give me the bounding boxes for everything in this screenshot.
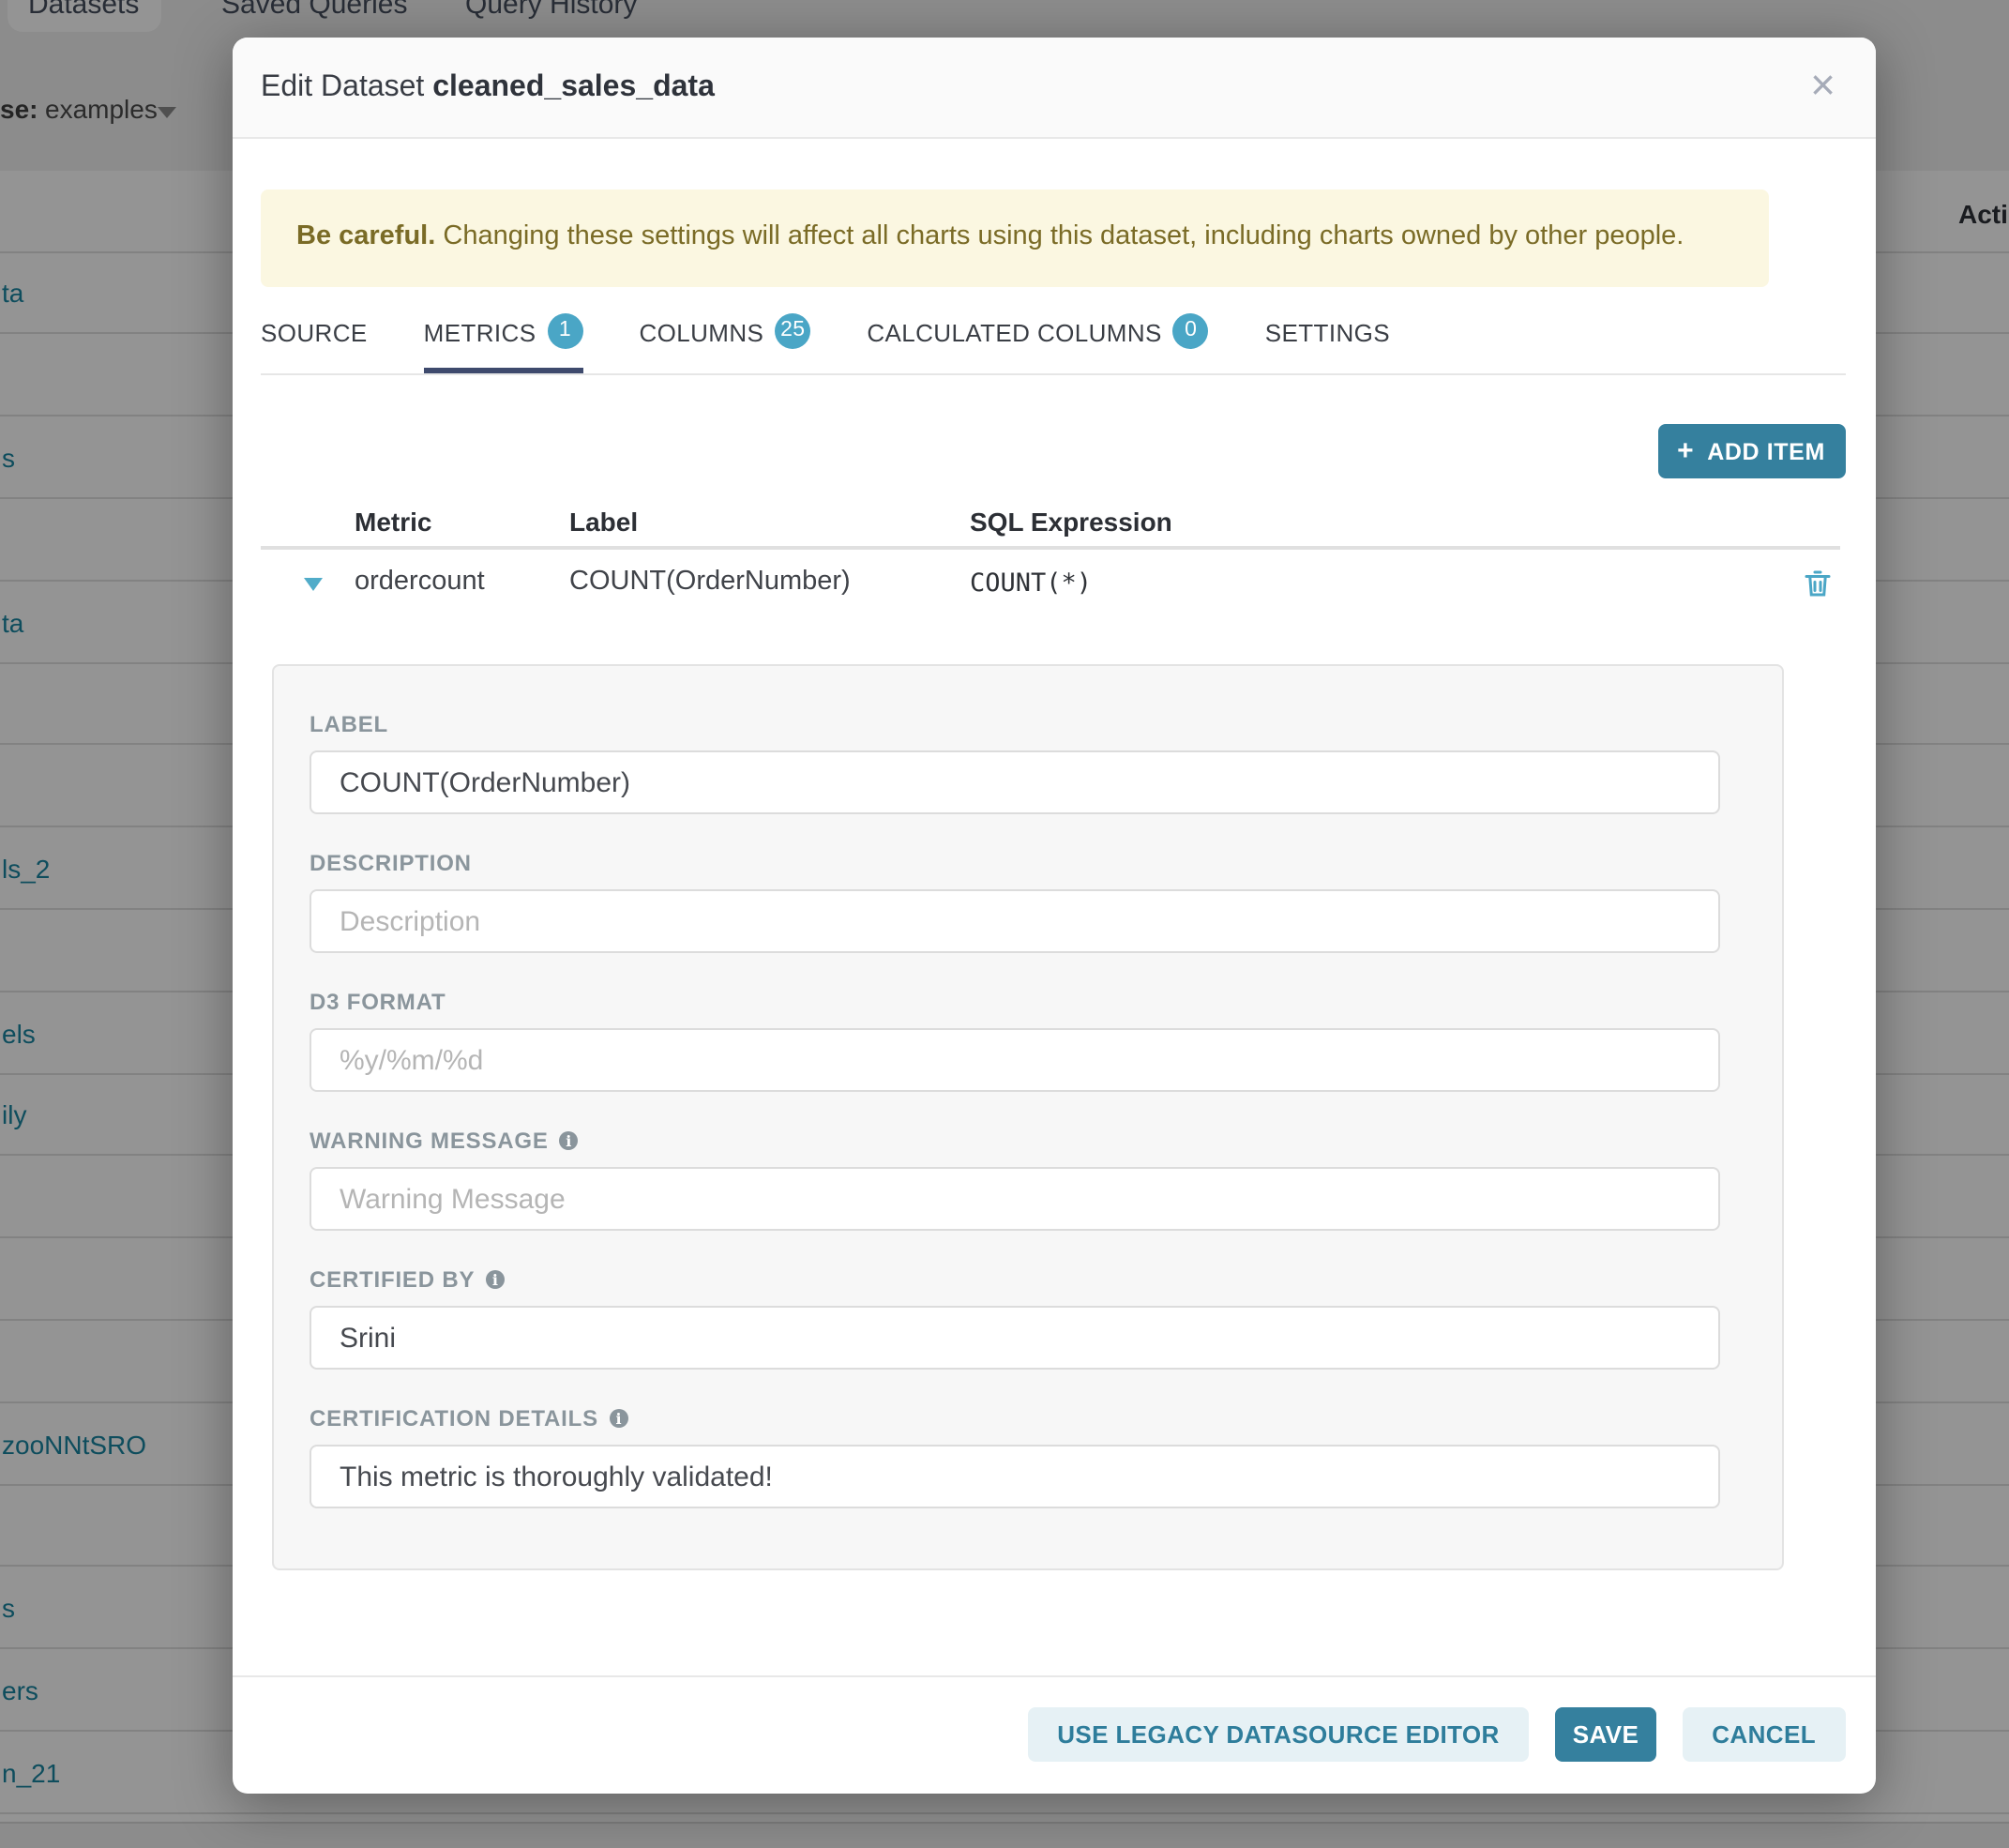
d3-format-field: D3 FORMAT xyxy=(310,989,1745,1092)
modal-header: Edit Dataset cleaned_sales_data × xyxy=(232,38,1875,139)
collapse-row-caret-icon[interactable] xyxy=(304,578,323,591)
tab-source-label: SOURCE xyxy=(261,319,368,347)
metrics-table-divider xyxy=(261,546,1839,550)
cancel-button[interactable]: CANCEL xyxy=(1682,1706,1846,1762)
calculated-columns-count-badge: 0 xyxy=(1173,313,1209,349)
info-icon: i xyxy=(560,1131,579,1150)
warning-message-field-label: WARNING MESSAGE i xyxy=(310,1128,1745,1154)
add-item-label: ADD ITEM xyxy=(1707,438,1825,464)
tab-metrics-label: METRICS xyxy=(424,319,536,347)
metrics-count-badge: 1 xyxy=(547,313,582,349)
tab-settings[interactable]: SETTINGS xyxy=(1265,311,1390,373)
modal-title: Edit Dataset cleaned_sales_data xyxy=(261,38,715,137)
warning-banner-bold: Be careful. xyxy=(296,221,435,251)
modal-title-dataset-name: cleaned_sales_data xyxy=(432,71,715,103)
certified-by-input[interactable] xyxy=(310,1306,1720,1370)
certification-details-field-label-text: CERTIFICATION DETAILS xyxy=(310,1405,598,1431)
label-field-label-text: LABEL xyxy=(310,711,388,737)
warning-banner-text: Changing these settings will affect all … xyxy=(435,221,1684,251)
info-icon: i xyxy=(610,1409,628,1428)
screenshot-viewport: Datasets Saved Queries Query History se:… xyxy=(0,0,2009,1848)
info-icon: i xyxy=(486,1270,505,1289)
tab-columns[interactable]: COLUMNS 25 xyxy=(639,311,810,373)
modal-footer: USE LEGACY DATASOURCE EDITOR SAVE CANCEL xyxy=(232,1706,1846,1762)
modal-title-prefix: Edit Dataset xyxy=(261,71,432,103)
certification-details-field: CERTIFICATION DETAILS i xyxy=(310,1405,1745,1508)
tab-calculated-columns-label: CALCULATED COLUMNS xyxy=(867,319,1161,347)
modal-tab-bar: SOURCE METRICS 1 COLUMNS 25 CALCULATED C… xyxy=(261,311,1846,375)
label-field-label: LABEL xyxy=(310,711,1745,737)
certification-details-field-label: CERTIFICATION DETAILS i xyxy=(310,1405,1745,1431)
metric-column-header: Metric xyxy=(355,507,431,537)
sql-expression-column-header: SQL Expression xyxy=(970,507,1172,537)
columns-count-badge: 25 xyxy=(775,313,810,349)
label-column-header: Label xyxy=(569,507,638,537)
metric-detail-panel: LABEL DESCRIPTION D3 FORMAT WARNING MESS… xyxy=(271,664,1784,1570)
warning-message-input[interactable] xyxy=(310,1167,1720,1231)
certified-by-field-label-text: CERTIFIED BY xyxy=(310,1266,475,1293)
description-input[interactable] xyxy=(310,889,1720,953)
description-field: DESCRIPTION xyxy=(310,850,1745,953)
tab-settings-label: SETTINGS xyxy=(1265,319,1390,347)
metric-name-cell[interactable]: ordercount xyxy=(355,567,485,597)
certification-details-input[interactable] xyxy=(310,1445,1720,1508)
certified-by-field-label: CERTIFIED BY i xyxy=(310,1266,1745,1293)
footer-divider xyxy=(232,1674,1875,1677)
tab-calculated-columns[interactable]: CALCULATED COLUMNS 0 xyxy=(867,311,1208,373)
d3-format-input[interactable] xyxy=(310,1028,1720,1092)
plus-icon: + xyxy=(1677,434,1694,466)
close-icon[interactable]: × xyxy=(1803,38,1843,137)
add-item-button[interactable]: + ADD ITEM xyxy=(1657,424,1845,478)
d3-format-field-label: D3 FORMAT xyxy=(310,989,1745,1015)
warning-message-field-label-text: WARNING MESSAGE xyxy=(310,1128,549,1154)
description-field-label: DESCRIPTION xyxy=(310,850,1745,876)
metric-label-cell[interactable]: COUNT(OrderNumber) xyxy=(569,567,851,597)
d3-format-field-label-text: D3 FORMAT xyxy=(310,989,446,1015)
certified-by-field: CERTIFIED BY i xyxy=(310,1266,1745,1370)
label-input[interactable] xyxy=(310,750,1720,814)
metric-sql-cell[interactable]: COUNT(*) xyxy=(970,568,1092,598)
warning-message-field: WARNING MESSAGE i xyxy=(310,1128,1745,1231)
use-legacy-datasource-editor-button[interactable]: USE LEGACY DATASOURCE EDITOR xyxy=(1027,1706,1530,1762)
description-field-label-text: DESCRIPTION xyxy=(310,850,472,876)
tab-columns-label: COLUMNS xyxy=(639,319,763,347)
label-field: LABEL xyxy=(310,711,1745,814)
warning-banner: Be careful. Changing these settings will… xyxy=(261,189,1768,286)
delete-metric-trash-icon[interactable] xyxy=(1800,567,1834,600)
edit-dataset-modal: Edit Dataset cleaned_sales_data × Be car… xyxy=(232,38,1875,1794)
save-button[interactable]: SAVE xyxy=(1556,1706,1656,1762)
tab-source[interactable]: SOURCE xyxy=(261,311,368,373)
tab-metrics[interactable]: METRICS 1 xyxy=(424,311,583,373)
